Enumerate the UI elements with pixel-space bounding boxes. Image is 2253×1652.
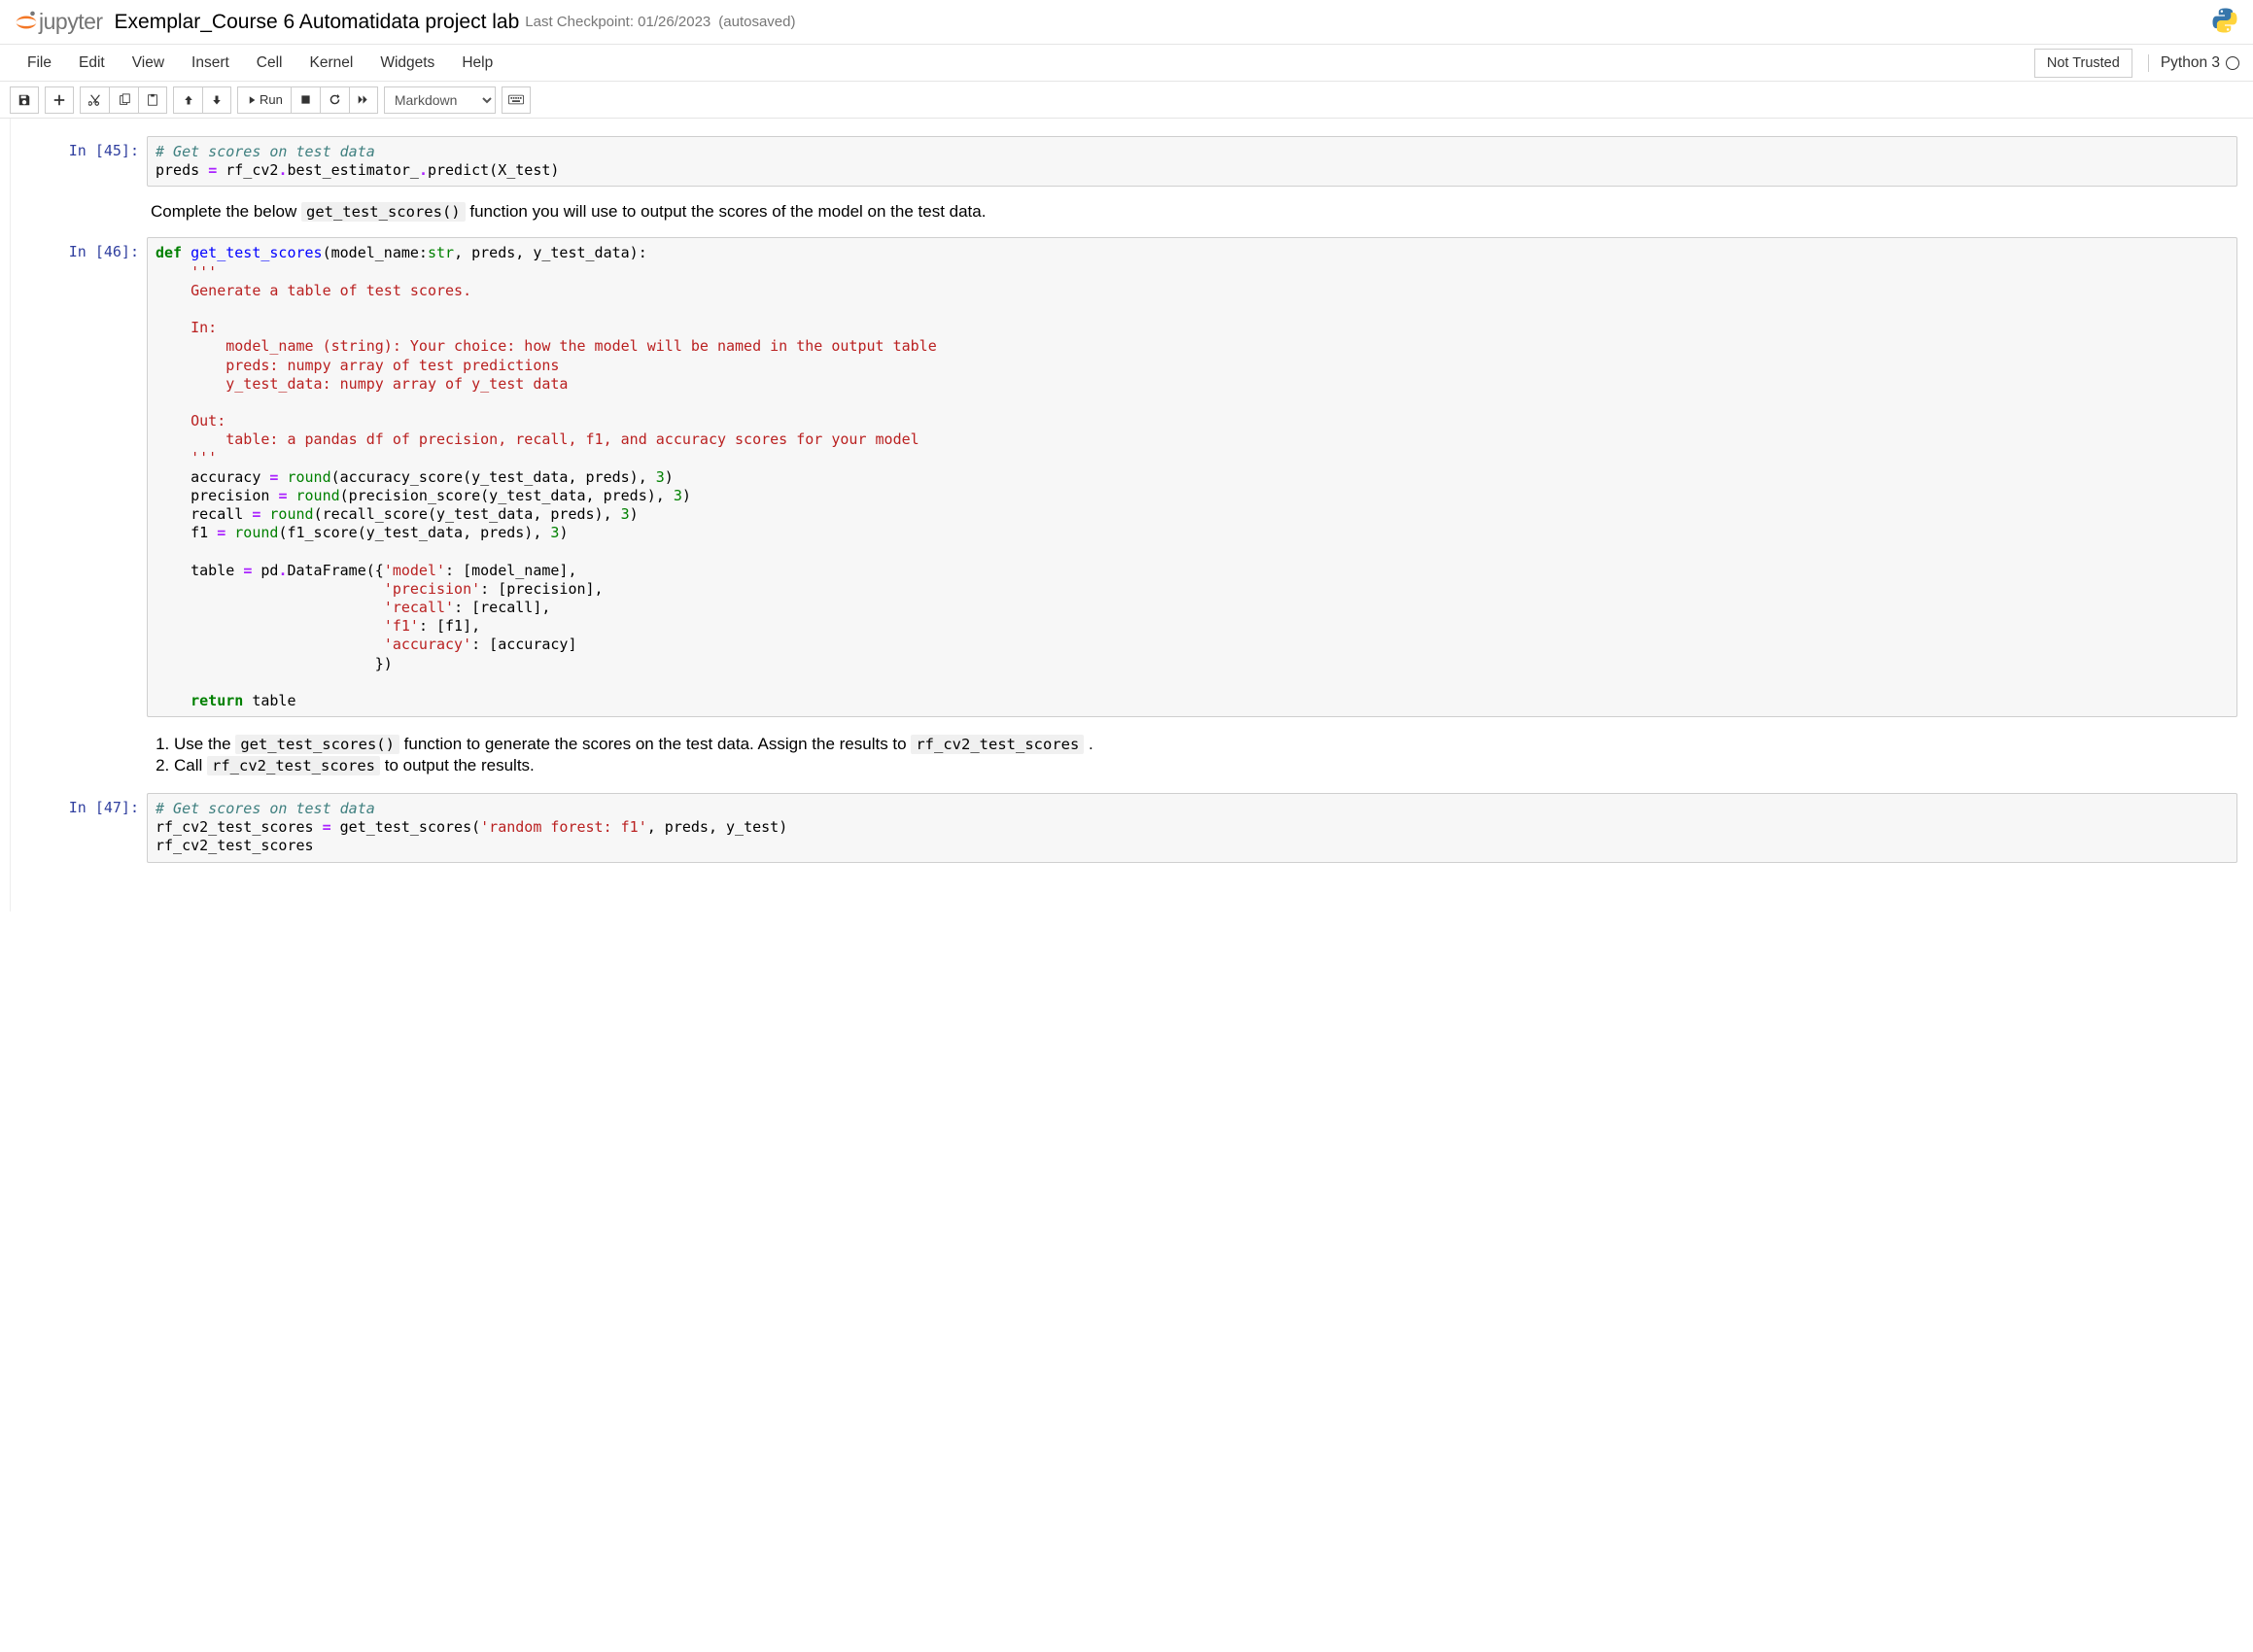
cell-type-select[interactable]: Markdown — [384, 86, 496, 114]
restart-run-all-button[interactable] — [349, 86, 378, 114]
copy-icon — [118, 93, 131, 107]
kernel-idle-icon — [2226, 56, 2239, 70]
markdown-cell[interactable]: Use the get_test_scores() function to ge… — [11, 727, 2253, 783]
list-item: Call rf_cv2_test_scores to output the re… — [174, 756, 2234, 775]
scissors-icon — [88, 93, 102, 107]
code-literal: rf_cv2_test_scores — [911, 735, 1084, 754]
checkpoint-text: Last Checkpoint: 01/26/2023 — [525, 14, 711, 30]
arrow-down-icon — [211, 94, 223, 106]
menu-edit[interactable]: Edit — [65, 47, 119, 80]
paste-button[interactable] — [138, 86, 167, 114]
code-literal: rf_cv2_test_scores — [207, 756, 380, 775]
kernel-name: Python 3 — [2161, 54, 2220, 72]
run-button[interactable]: Run — [237, 86, 291, 114]
add-cell-button[interactable] — [45, 86, 74, 114]
stop-icon — [300, 94, 311, 105]
jupyter-icon — [14, 10, 39, 35]
list-item: Use the get_test_scores() function to ge… — [174, 735, 2234, 754]
command-palette-button[interactable] — [502, 86, 531, 114]
empty-prompt — [26, 731, 147, 779]
input-prompt: In [47]: — [26, 793, 147, 863]
save-icon — [17, 93, 31, 107]
ordered-list: Use the get_test_scores() function to ge… — [151, 735, 2234, 775]
restart-button[interactable] — [320, 86, 349, 114]
menubar: File Edit View Insert Cell Kernel Widget… — [0, 45, 2253, 82]
keyboard-icon — [508, 94, 524, 105]
notebook-container: In [45]: # Get scores on test data preds… — [10, 119, 2253, 912]
code-cell[interactable]: In [46]: def get_test_scores(model_name:… — [11, 233, 2253, 721]
code-input-area[interactable]: def get_test_scores(model_name:str, pred… — [147, 237, 2237, 717]
code-literal: get_test_scores() — [235, 735, 399, 754]
run-label: Run — [260, 92, 283, 107]
copy-button[interactable] — [109, 86, 138, 114]
markdown-output: Complete the below get_test_scores() fun… — [147, 200, 2237, 224]
jupyter-logo[interactable]: jupyter — [14, 9, 103, 35]
autosaved-text: (autosaved) — [718, 14, 795, 30]
interrupt-button[interactable] — [291, 86, 320, 114]
code-input-area[interactable]: # Get scores on test data rf_cv2_test_sc… — [147, 793, 2237, 863]
menu-file[interactable]: File — [14, 47, 65, 80]
not-trusted-button[interactable]: Not Trusted — [2034, 49, 2132, 78]
notebook-title[interactable]: Exemplar_Course 6 Automatidata project l… — [115, 11, 520, 34]
toolbar: Run Markdown — [0, 82, 2253, 119]
code-cell[interactable]: In [45]: # Get scores on test data preds… — [11, 132, 2253, 190]
plus-icon — [52, 93, 66, 107]
move-up-button[interactable] — [173, 86, 202, 114]
menu-cell[interactable]: Cell — [243, 47, 296, 80]
fast-forward-icon — [357, 94, 369, 105]
markdown-output: Use the get_test_scores() function to ge… — [147, 731, 2237, 779]
header: jupyter Exemplar_Course 6 Automatidata p… — [0, 0, 2253, 45]
menu-help[interactable]: Help — [448, 47, 506, 80]
menu-kernel[interactable]: Kernel — [296, 47, 367, 80]
menu-view[interactable]: View — [119, 47, 178, 80]
markdown-cell[interactable]: Complete the below get_test_scores() fun… — [11, 196, 2253, 227]
menu-insert[interactable]: Insert — [178, 47, 243, 80]
menu-widgets[interactable]: Widgets — [366, 47, 448, 80]
code-input-area[interactable]: # Get scores on test data preds = rf_cv2… — [147, 136, 2237, 187]
input-prompt: In [45]: — [26, 136, 147, 187]
input-prompt: In [46]: — [26, 237, 147, 717]
arrow-up-icon — [183, 94, 194, 106]
cut-button[interactable] — [80, 86, 109, 114]
jupyter-text: jupyter — [39, 9, 103, 35]
code-cell[interactable]: In [47]: # Get scores on test data rf_cv… — [11, 789, 2253, 867]
python-logo-icon — [2210, 6, 2239, 38]
empty-prompt — [26, 200, 147, 224]
restart-icon — [329, 93, 341, 106]
save-button[interactable] — [10, 86, 39, 114]
run-icon — [246, 95, 256, 105]
kernel-indicator[interactable]: Python 3 — [2148, 54, 2239, 72]
paste-icon — [146, 93, 159, 107]
move-down-button[interactable] — [202, 86, 231, 114]
code-literal: get_test_scores() — [301, 202, 466, 222]
